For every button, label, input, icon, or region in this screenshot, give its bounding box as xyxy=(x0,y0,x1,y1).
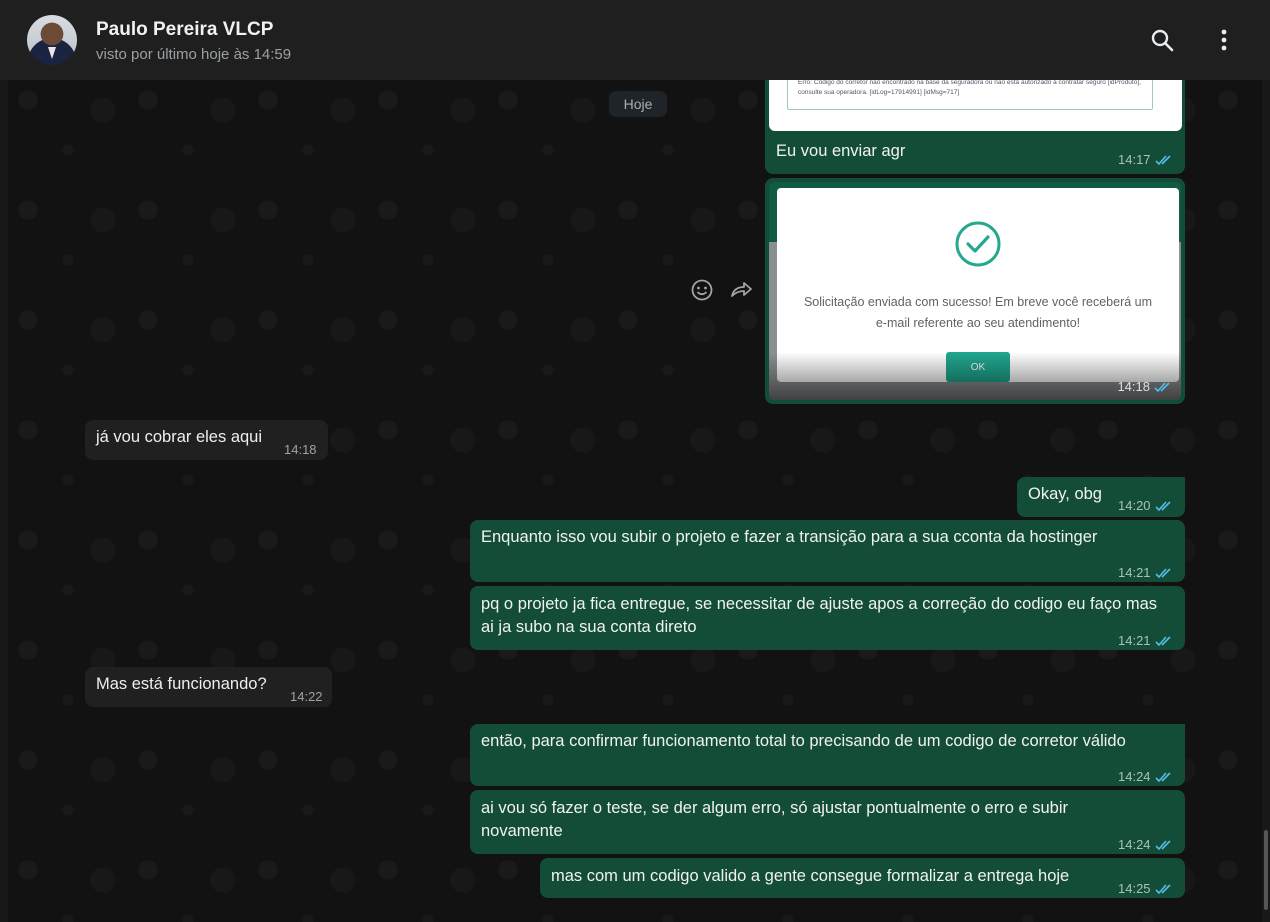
message-meta: 14:20 xyxy=(1118,494,1174,517)
message-text: Enquanto isso vou subir o projeto e faze… xyxy=(481,528,1098,546)
message-text: ai vou só fazer o teste, se der algum er… xyxy=(481,799,1068,840)
message-time: 14:21 xyxy=(1118,633,1151,648)
message-bubble-in[interactable]: Mas está funcionando? 14:22 xyxy=(85,667,332,707)
dialog-message: Solicitação enviada com sucesso! Em brev… xyxy=(803,295,1153,330)
message-meta: 14:21 xyxy=(1118,629,1174,652)
read-ticks-icon xyxy=(1154,771,1171,782)
read-ticks-icon xyxy=(1154,635,1171,646)
message-text: Okay, obg xyxy=(1028,485,1102,503)
check-circle-icon xyxy=(955,221,1001,267)
message-time: 14:24 xyxy=(1118,837,1151,852)
message-meta: 14:21 xyxy=(1118,561,1174,584)
message-bubble-out[interactable]: Okay, obg 14:20 xyxy=(1017,477,1185,517)
message-bubble-out[interactable]: mas com um codigo valido a gente consegu… xyxy=(540,858,1185,898)
message-text: Mas está funcionando? xyxy=(96,675,267,693)
message-meta: 14:17 xyxy=(1118,152,1174,167)
message-bubble-out[interactable]: pq o projeto ja fica entregue, se necess… xyxy=(470,586,1185,650)
message-text: Eu vou enviar agr xyxy=(776,142,906,160)
message-meta: 14:18 xyxy=(284,438,317,461)
message-time: 14:24 xyxy=(1118,769,1151,784)
read-ticks-icon xyxy=(1154,839,1171,850)
forward-icon[interactable] xyxy=(729,279,753,301)
image-attachment[interactable]: Erro: Código do corretor não encontrado … xyxy=(769,80,1182,131)
read-ticks-icon xyxy=(1154,500,1171,511)
message-time: 14:17 xyxy=(1118,152,1151,167)
message-time: 14:21 xyxy=(1118,565,1151,580)
message-text: já vou cobrar eles aqui xyxy=(96,428,263,446)
message-bubble-out[interactable]: então, para confirmar funcionamento tota… xyxy=(470,724,1185,786)
image-message-bubble[interactable]: Solicitação enviada com sucesso! Em brev… xyxy=(765,178,1185,404)
message-meta: 14:18 xyxy=(1117,379,1173,394)
message-bubble-out[interactable]: Enquanto isso vou subir o projeto e faze… xyxy=(470,520,1185,582)
emoji-react-icon[interactable] xyxy=(690,278,714,302)
contact-status: visto por último hoje às 14:59 xyxy=(96,45,292,63)
message-text: pq o projeto ja fica entregue, se necess… xyxy=(481,595,1158,636)
read-ticks-icon xyxy=(1154,567,1171,578)
left-panel-edge xyxy=(0,80,8,922)
message-bubble-in[interactable]: já vou cobrar eles aqui 14:18 xyxy=(85,420,328,460)
message-time: 14:18 xyxy=(1117,379,1150,394)
message-time: 14:25 xyxy=(1118,881,1151,896)
message-bubble-out[interactable]: ai vou só fazer o teste, se der algum er… xyxy=(470,790,1185,854)
message-meta: 14:24 xyxy=(1118,833,1174,856)
read-ticks-icon xyxy=(1154,883,1171,894)
menu-icon[interactable] xyxy=(1210,26,1238,54)
avatar[interactable] xyxy=(27,15,77,65)
message-text: então, para confirmar funcionamento tota… xyxy=(481,732,1126,750)
scrollbar-thumb[interactable] xyxy=(1264,830,1268,910)
message-meta: 14:25 xyxy=(1118,877,1174,900)
image-attachment[interactable]: Solicitação enviada com sucesso! Em brev… xyxy=(769,182,1181,400)
message-time: 14:22 xyxy=(290,689,323,704)
error-textarea-snippet: Erro: Código do corretor não encontrado … xyxy=(787,80,1153,110)
contact-info[interactable]: Paulo Pereira VLCP visto por último hoje… xyxy=(96,18,291,63)
chat-header: Paulo Pereira VLCP visto por último hoje… xyxy=(0,0,1270,80)
scrollbar-track[interactable] xyxy=(1262,80,1270,922)
message-meta: 14:22 xyxy=(290,685,323,708)
read-ticks-icon xyxy=(1154,154,1171,165)
message-time: 14:18 xyxy=(284,442,317,457)
date-separator: Hoje xyxy=(609,91,667,117)
message-time: 14:20 xyxy=(1118,498,1151,513)
read-ticks-icon xyxy=(1154,381,1170,392)
contact-name: Paulo Pereira VLCP xyxy=(96,18,274,40)
message-text: mas com um codigo valido a gente consegu… xyxy=(551,867,1070,885)
message-meta: 14:24 xyxy=(1118,765,1174,788)
search-icon[interactable] xyxy=(1148,26,1176,54)
